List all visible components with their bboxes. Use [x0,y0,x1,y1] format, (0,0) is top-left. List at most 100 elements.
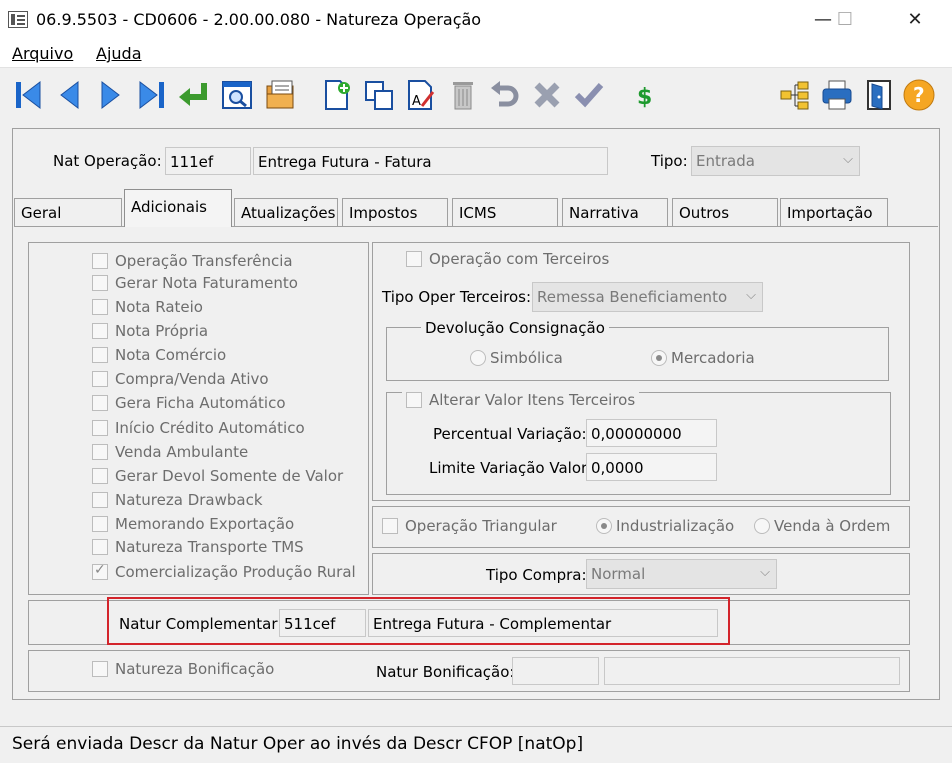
radio-industrializacao-label: Industrialização [616,517,735,535]
limite-variacao-label: Limite Variação Valor: [429,459,592,477]
radio-simbolica-label: Simbólica [490,349,563,367]
option-label: Natureza Transporte TMS [115,538,304,556]
checkbox-box [92,516,108,532]
percentual-variacao-label: Percentual Variação: [433,425,587,443]
option-checkbox[interactable]: Compra/Venda Ativo [92,368,269,390]
tree-structure-icon [780,81,809,110]
tipo-compra-label: Tipo Compra: [486,566,587,584]
operacao-triangular-checkbox[interactable]: Operação Triangular [382,517,557,535]
radio-simbolica[interactable]: Simbólica [470,349,563,367]
cancel-button[interactable] [530,77,564,113]
undo-button[interactable] [488,77,522,113]
title-bar: 06.9.5503 - CD0606 - 2.00.00.080 - Natur… [0,0,952,40]
menu-arquivo[interactable]: Arquivo [12,44,73,63]
radio-simbolica-circle [470,350,486,366]
tab-adicionais[interactable]: Adicionais [124,189,232,227]
undo-icon [491,81,519,107]
nat-operacao-desc-field[interactable]: Entrega Futura - Fatura [253,147,608,175]
tipo-compra-select[interactable]: Normal ⌵ [586,559,777,589]
option-checkbox[interactable]: Operação Transferência [92,250,293,272]
option-label: Operação Transferência [115,252,293,270]
tree-button[interactable] [778,77,812,113]
radio-venda-ordem-label: Venda à Ordem [774,517,891,535]
confirm-button[interactable] [572,77,606,113]
option-checkbox[interactable]: Nota Própria [92,320,208,342]
option-checkbox[interactable]: Natureza Drawback [92,489,263,511]
operacao-terceiros-label: Operação com Terceiros [429,250,610,268]
natur-bonificacao-label: Natur Bonificação: [376,663,515,681]
close-button[interactable]: ✕ [892,0,938,40]
checkbox-box [92,539,108,555]
natur-bonificacao-code-field[interactable] [512,657,599,685]
tab-atualizacoes[interactable]: Atualizações [234,198,338,226]
tab-geral[interactable]: Geral [14,198,122,226]
tab-icms[interactable]: ICMS [452,198,558,226]
natur-complementar-code-field[interactable]: 511cef [279,609,366,637]
goto-button[interactable] [176,77,210,113]
enter-arrow-icon [179,83,207,106]
tab-outros[interactable]: Outros [672,198,778,226]
limite-variacao-field[interactable]: 0,0000 [586,453,717,481]
trash-icon [453,82,473,110]
tab-narrativa[interactable]: Narrativa [562,198,668,226]
delete-record-button[interactable] [446,77,480,113]
operacao-terceiros-checkbox[interactable]: Operação com Terceiros [406,250,609,268]
nat-operacao-code-field[interactable]: 111ef [165,147,251,175]
option-checkbox[interactable]: Gerar Nota Faturamento [92,272,298,294]
option-checkbox[interactable]: Gerar Devol Somente de Valor [92,465,343,487]
svg-text:?: ? [913,83,925,107]
checkbox-box [92,420,108,436]
alterar-valor-checkbox[interactable]: Alterar Valor Itens Terceiros [402,391,640,409]
radio-mercadoria-circle [651,350,667,366]
search-button[interactable] [220,77,254,113]
first-record-button[interactable] [12,77,46,113]
print-button[interactable] [820,77,854,113]
operacao-triangular-label: Operação Triangular [405,517,557,535]
option-checkbox[interactable]: Comercialização Produção Rural [92,561,356,583]
app-icon [8,11,28,28]
radio-industrializacao[interactable]: Industrialização [596,517,734,535]
menu-bar: Arquivo Ajuda [0,40,952,68]
option-label: Nota Própria [115,322,209,340]
svg-text:A: A [412,94,421,109]
exit-button[interactable] [862,77,896,113]
radio-venda-ordem[interactable]: Venda à Ordem [754,517,890,535]
checkbox-box [92,323,108,339]
option-checkbox[interactable]: Natureza Transporte TMS [92,536,304,558]
radio-mercadoria[interactable]: Mercadoria [651,349,755,367]
window-title: 06.9.5503 - CD0606 - 2.00.00.080 - Natur… [36,10,482,29]
option-checkbox[interactable]: Memorando Exportação [92,513,294,535]
last-record-icon [139,80,164,110]
next-record-button[interactable] [94,77,128,113]
option-checkbox[interactable]: Venda Ambulante [92,441,248,463]
natur-complementar-desc-field[interactable]: Entrega Futura - Complementar [368,609,718,637]
option-checkbox[interactable]: Nota Comércio [92,344,226,366]
natur-bonificacao-desc-field[interactable] [604,657,900,685]
last-record-button[interactable] [134,77,168,113]
maximize-button[interactable]: ☐ [822,0,868,40]
help-button[interactable]: ? [902,77,936,113]
checkbox-box [92,444,108,460]
copy-record-button[interactable] [362,77,396,113]
copy-icon [365,81,393,110]
list-button[interactable] [264,77,298,113]
new-record-button[interactable] [320,77,354,113]
option-label: Venda Ambulante [115,443,249,461]
checkbox-box [92,275,108,291]
percentual-variacao-field[interactable]: 0,00000000 [586,419,717,447]
option-checkbox[interactable]: Gera Ficha Automático [92,392,286,414]
currency-button[interactable]: $ [626,77,660,113]
tab-importacao[interactable]: Importação [780,198,888,226]
tipo-select[interactable]: Entrada ⌵ [691,146,860,176]
previous-record-button[interactable] [52,77,86,113]
printer-icon [822,80,852,110]
option-checkbox[interactable]: Nota Rateio [92,296,203,318]
tipo-compra-value: Normal [591,565,646,583]
tipo-oper-terceiros-select[interactable]: Remessa Beneficiamento ⌵ [532,282,763,312]
option-checkbox[interactable]: Início Crédito Automático [92,417,305,439]
edit-record-button[interactable]: A [404,77,438,113]
menu-ajuda[interactable]: Ajuda [96,44,142,63]
checkbox-box [92,299,108,315]
natureza-bonificacao-checkbox[interactable]: Natureza Bonificação [92,660,274,678]
tab-impostos[interactable]: Impostos [342,198,448,226]
